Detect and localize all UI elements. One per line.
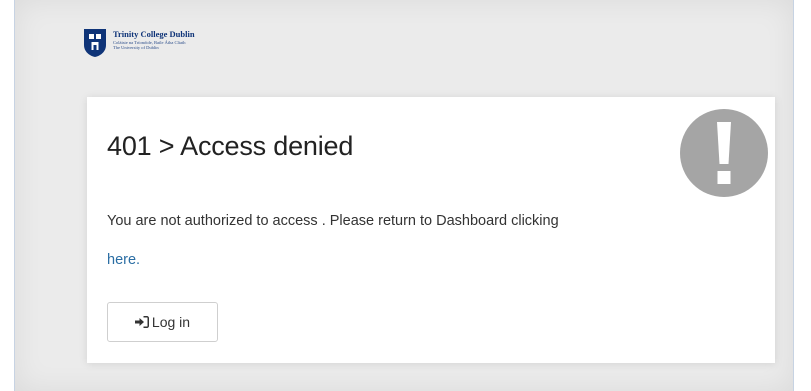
brand-subtitle: The University of Dublin	[113, 45, 159, 50]
brand-text: Trinity College Dublin Coláiste na Tríon…	[113, 28, 195, 51]
login-button[interactable]: Log in	[107, 302, 218, 342]
screenshot: Trinity College Dublin Coláiste na Tríon…	[0, 0, 811, 391]
exclamation-circle-icon	[680, 109, 768, 197]
login-button-label: Log in	[151, 314, 191, 330]
page-background: Trinity College Dublin Coláiste na Tríon…	[14, 0, 794, 391]
site-header: Trinity College Dublin Coláiste na Tríon…	[83, 28, 195, 72]
page-title: 401 > Access denied	[107, 131, 354, 161]
error-message: You are not authorized to access . Pleas…	[107, 213, 559, 229]
sign-in-icon	[134, 316, 149, 328]
university-crest-icon[interactable]	[83, 28, 107, 58]
dashboard-link[interactable]: here.	[107, 252, 140, 268]
brand-name: Trinity College Dublin	[113, 29, 195, 39]
error-card: 401 > Access denied You are not authoriz…	[87, 97, 775, 363]
